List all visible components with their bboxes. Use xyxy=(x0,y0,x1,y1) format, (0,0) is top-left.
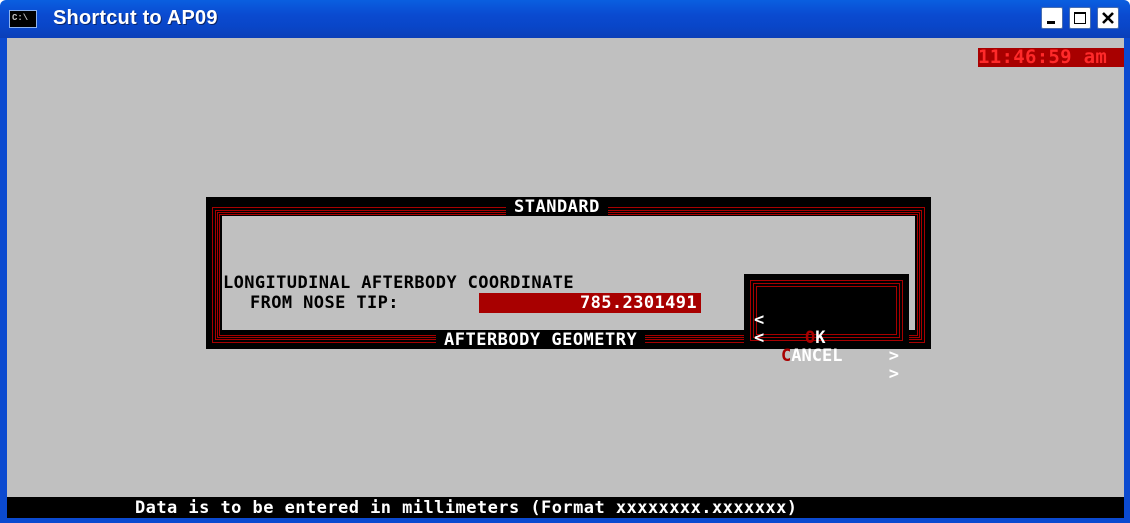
nose-tip-coordinate-input[interactable]: 785.2301491 xyxy=(479,293,701,313)
cancel-button[interactable]: < CANCEL > xyxy=(754,311,899,383)
cancel-right-bracket: > xyxy=(888,364,899,384)
window-title-bar[interactable]: C:\ Shortcut to AP09 xyxy=(0,0,1130,38)
maximize-button[interactable] xyxy=(1069,7,1091,29)
window-frame-left xyxy=(0,38,7,523)
dialog-footer-label: AFTERBODY GEOMETRY xyxy=(436,331,646,349)
console-app-icon[interactable]: C:\ xyxy=(9,10,37,28)
console-icon-label: C:\ xyxy=(12,13,29,23)
close-icon xyxy=(1102,12,1114,24)
dialog-title: STANDARD xyxy=(506,198,608,216)
window-frame-right xyxy=(1124,38,1130,523)
standard-dialog: STANDARD AFTERBODY GEOMETRY LONGITUDINAL… xyxy=(206,197,931,383)
console-area: 11:46:59 am STANDARD AFTERBODY GEOMETRY … xyxy=(7,38,1124,518)
cancel-label-rest: ANCEL xyxy=(791,346,843,366)
status-message: Data is to be entered in millimeters (Fo… xyxy=(135,498,798,518)
ok-right-bracket: > xyxy=(888,346,899,366)
clock-display: 11:46:59 am xyxy=(978,48,1124,67)
minimize-icon xyxy=(1047,21,1055,24)
cancel-left-bracket: < xyxy=(754,328,765,348)
window-title: Shortcut to AP09 xyxy=(53,7,218,29)
maximize-icon xyxy=(1074,12,1086,24)
window-frame-bottom xyxy=(0,518,1130,523)
close-button[interactable] xyxy=(1097,7,1119,29)
cancel-button-caption: CANCEL xyxy=(781,347,842,365)
button-panel: < OK > < CANCEL > xyxy=(744,274,909,383)
field-label-line2: FROM NOSE TIP: xyxy=(250,293,399,313)
cancel-hotkey: C xyxy=(781,346,792,366)
minimize-button[interactable] xyxy=(1041,7,1063,29)
ok-button[interactable]: < OK > xyxy=(754,293,899,365)
status-bar: Data is to be entered in millimeters (Fo… xyxy=(7,497,1124,518)
field-label-line1: LONGITUDINAL AFTERBODY COORDINATE xyxy=(223,273,574,293)
